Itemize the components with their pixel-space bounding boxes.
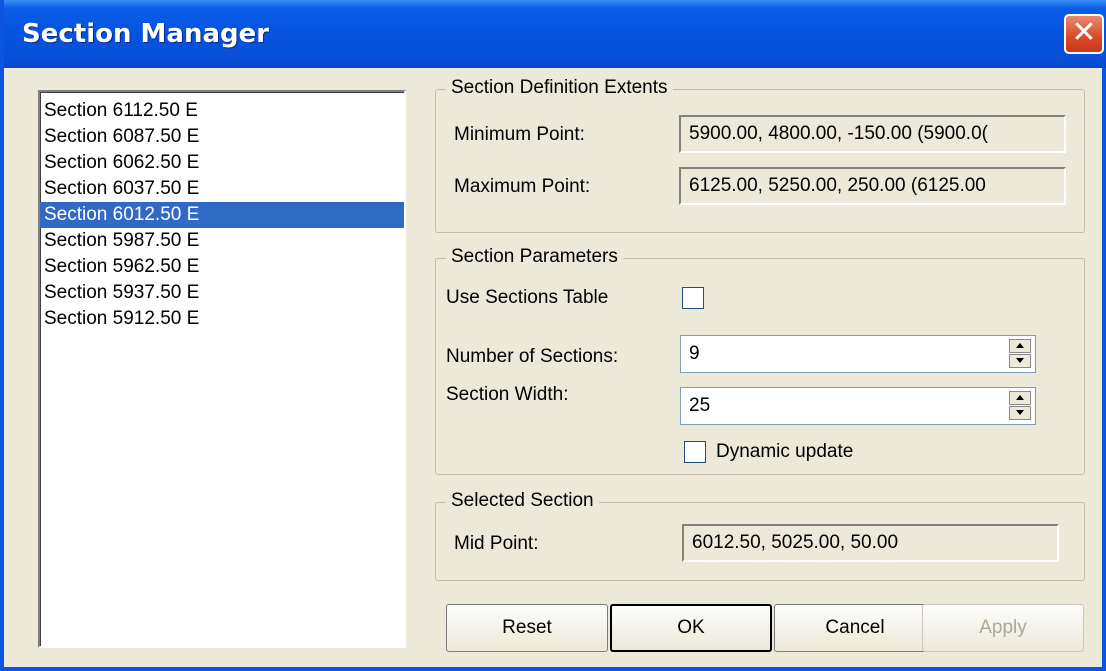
section-width-value: 25 [689, 395, 711, 416]
spin-up-icon[interactable] [1009, 391, 1031, 405]
selected-section-legend: Selected Section [446, 490, 599, 512]
mid-point-field: 6012.50, 5025.00, 50.00 [682, 524, 1059, 562]
spin-down-icon[interactable] [1009, 406, 1031, 420]
list-item[interactable]: Section 5937.50 E [40, 280, 404, 306]
selected-section-group: Selected Section Mid Point: 6012.50, 502… [435, 490, 1085, 581]
minimum-point-label: Minimum Point: [454, 124, 585, 145]
title-bar[interactable]: Section Manager ✕ [4, 0, 1106, 68]
list-item-selected[interactable]: Section 6012.50 E [40, 202, 404, 228]
ok-button[interactable]: OK [610, 604, 772, 652]
close-icon: ✕ [1071, 15, 1097, 50]
spin-down-icon[interactable] [1009, 354, 1031, 368]
mid-point-label: Mid Point: [454, 533, 539, 554]
number-of-sections-label: Number of Sections: [446, 346, 619, 367]
window-title: Section Manager [22, 19, 270, 49]
section-list[interactable]: Section 6112.50 E Section 6087.50 E Sect… [38, 90, 406, 648]
maximum-point-label: Maximum Point: [454, 176, 591, 197]
extents-legend: Section Definition Extents [446, 77, 673, 99]
section-width-label: Section Width: [446, 384, 569, 405]
parameters-legend: Section Parameters [446, 246, 623, 268]
apply-button[interactable]: Apply [922, 604, 1084, 652]
number-of-sections-spinner [1009, 339, 1031, 369]
use-sections-table-label: Use Sections Table [446, 287, 609, 308]
list-item[interactable]: Section 5987.50 E [40, 228, 404, 254]
list-item[interactable]: Section 6062.50 E [40, 150, 404, 176]
list-item[interactable]: Section 5962.50 E [40, 254, 404, 280]
minimum-point-field: 5900.00, 4800.00, -150.00 (5900.0( [679, 115, 1066, 153]
reset-button[interactable]: Reset [446, 604, 608, 652]
spin-up-icon[interactable] [1009, 339, 1031, 353]
number-of-sections-stepper[interactable]: 9 [680, 335, 1036, 373]
dynamic-update-label[interactable]: Dynamic update [716, 441, 853, 463]
parameters-group: Section Parameters Use Sections Table Nu… [435, 246, 1085, 475]
section-width-spinner [1009, 391, 1031, 421]
close-button[interactable]: ✕ [1064, 14, 1104, 54]
list-item[interactable]: Section 6112.50 E [40, 98, 404, 124]
number-of-sections-value: 9 [689, 343, 700, 364]
list-item[interactable]: Section 6087.50 E [40, 124, 404, 150]
cancel-button[interactable]: Cancel [774, 604, 936, 652]
list-item[interactable]: Section 6037.50 E [40, 176, 404, 202]
extents-group: Section Definition Extents Minimum Point… [435, 77, 1085, 233]
section-width-stepper[interactable]: 25 [680, 387, 1036, 425]
dynamic-update-checkbox[interactable] [684, 441, 706, 463]
list-item[interactable]: Section 5912.50 E [40, 306, 404, 332]
section-manager-dialog: Section Manager ✕ Section 6112.50 E Sect… [0, 0, 1106, 671]
maximum-point-field: 6125.00, 5250.00, 250.00 (6125.00 [679, 167, 1066, 205]
use-sections-table-checkbox[interactable] [682, 287, 704, 309]
